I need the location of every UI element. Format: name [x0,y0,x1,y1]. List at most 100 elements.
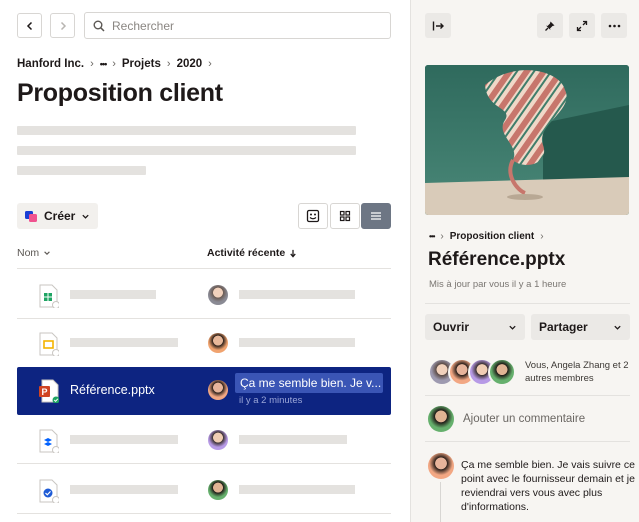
file-name-placeholder [70,435,178,444]
fabric-sculpture-image [425,65,629,215]
preview-view-button[interactable] [298,203,328,229]
add-comment-field[interactable]: Ajouter un commentaire [428,405,633,433]
table-row[interactable] [17,276,391,314]
members-avatars[interactable] [428,358,518,386]
create-button[interactable]: Créer [17,203,98,229]
file-name-placeholder [70,290,156,299]
file-title: Référence.pptx [428,249,566,270]
page-title: Proposition client [17,79,223,107]
chevron-down-icon [614,325,621,330]
table-row[interactable] [17,324,391,362]
members-summary: Vous, Angela Zhang et 2 autres membres [525,360,629,384]
description-placeholder-line [17,146,356,155]
list-view-icon [371,212,381,220]
avatar [428,406,454,432]
chevron-down-icon [509,325,516,330]
expand-icon [576,20,588,31]
forward-button[interactable] [50,13,75,38]
arrow-down-icon [290,249,296,258]
file-name-placeholder [70,338,178,347]
create-button-label: Créer [44,209,76,223]
breadcrumb-item-more[interactable]: ••• [100,59,108,69]
avatar [208,285,228,305]
row-divider [17,463,391,464]
chevron-left-icon [26,21,32,30]
panel-breadcrumb: ••• › Proposition client › [429,231,544,242]
table-row[interactable] [17,421,391,459]
sheets-file-icon [39,284,59,308]
activity-placeholder [239,338,355,347]
row-divider [17,513,391,514]
comment-thread-line [440,482,441,522]
collapse-panel-icon [432,21,444,30]
file-browser-pane: Hanford Inc. › ••• › Projets › 2020 › Pr… [0,0,410,522]
avatar [488,358,516,386]
details-panel: ••• › Proposition client › Référence.ppt… [410,0,639,522]
svg-text:P: P [42,387,48,397]
pin-button[interactable] [537,13,563,38]
search-bar[interactable] [84,12,391,39]
file-name: Référence.pptx [70,383,155,397]
create-shapes-icon [25,211,37,222]
chevron-down-icon [44,251,50,255]
breadcrumb-separator: › [112,58,116,70]
breadcrumb-separator: › [166,58,171,70]
share-button-label: Partager [539,320,588,334]
panel-breadcrumb-folder[interactable]: Proposition client [450,231,534,242]
breadcrumb-separator: › [540,231,544,242]
avatar [208,480,228,500]
description-placeholder-line [17,126,356,135]
grid-view-button[interactable] [330,203,360,229]
avatar [208,430,228,450]
table-row-selected[interactable]: P Référence.pptx Ça me semble bien. Je v… [17,367,391,415]
row-divider [17,268,391,269]
breadcrumb-item-projets[interactable]: Projets [122,58,161,70]
recent-activity-comment: Ça me semble bien. Je v... [235,373,383,393]
breadcrumb: Hanford Inc. › ••• › Projets › 2020 › [17,58,212,70]
row-divider [17,318,391,319]
avatar [208,333,228,353]
file-name-placeholder [70,485,178,494]
pin-icon [545,21,555,31]
breadcrumb-separator: › [440,231,444,242]
panel-breadcrumb-more[interactable]: ••• [429,232,435,241]
collapse-panel-button[interactable] [425,13,451,38]
comment-text: Ça me semble bien. Je vais suivre ce poi… [461,459,635,513]
column-header-activity[interactable]: Activité récente [207,247,297,259]
file-preview-image[interactable] [425,65,629,215]
slides-file-icon [39,332,59,356]
list-view-button[interactable] [361,203,391,229]
avatar [208,380,228,400]
more-icon [608,24,620,27]
breadcrumb-item-hanford[interactable]: Hanford Inc. [17,58,84,70]
activity-placeholder [239,290,355,299]
breadcrumb-separator: › [208,58,212,70]
table-row[interactable] [17,471,391,509]
preview-view-icon [306,209,320,223]
expand-button[interactable] [569,13,595,38]
chevron-down-icon [82,214,90,219]
back-button[interactable] [17,13,42,38]
open-button[interactable]: Ouvrir [425,314,525,340]
description-placeholder-line [17,166,146,175]
search-icon [93,20,105,32]
search-input[interactable] [112,18,372,33]
activity-timestamp: il y a 2 minutes [239,395,303,406]
column-header-activity-label: Activité récente [207,247,286,259]
pptx-file-icon: P [39,379,59,403]
breadcrumb-item-2020[interactable]: 2020 [177,58,203,70]
column-header-name-label: Nom [17,247,40,259]
avatar [428,453,454,479]
activity-placeholder [239,435,347,444]
file-updated-subtitle: Mis à jour par vous il y a 1 heure [429,279,567,290]
divider [425,395,630,396]
divider [425,303,630,304]
share-button[interactable]: Partager [531,314,630,340]
divider [425,441,630,442]
column-header-name[interactable]: Nom [17,247,51,259]
more-button[interactable] [601,13,627,38]
add-comment-placeholder: Ajouter un commentaire [463,413,586,425]
activity-placeholder [239,485,355,494]
breadcrumb-separator: › [90,58,94,70]
shared-file-icon [39,479,59,503]
